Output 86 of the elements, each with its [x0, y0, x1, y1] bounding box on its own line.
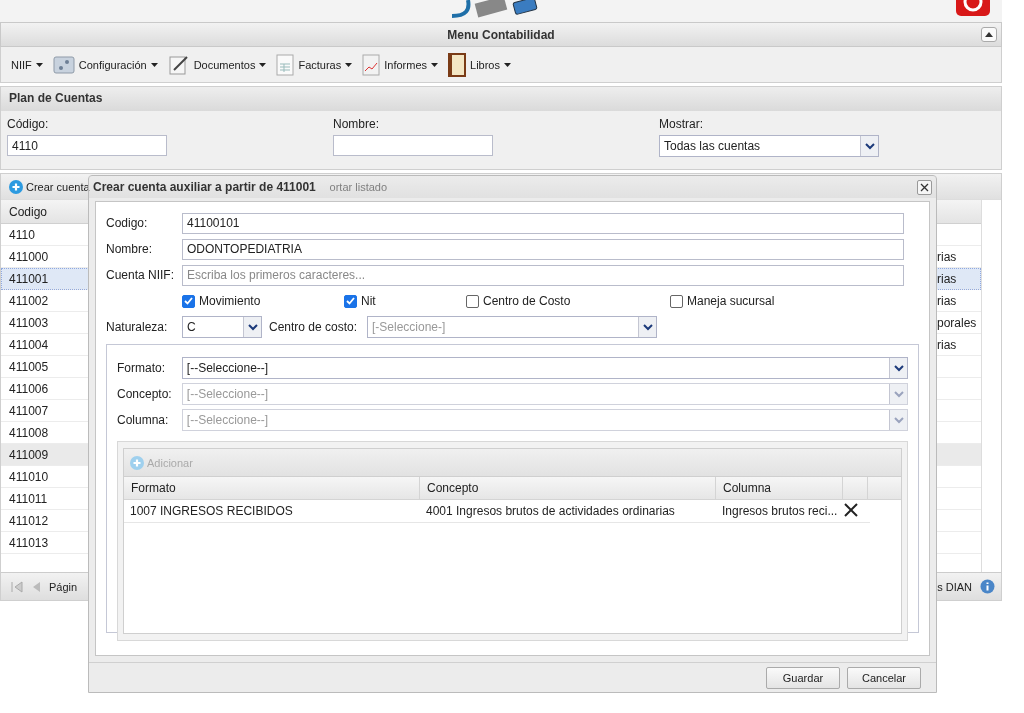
column-header: Formato — [124, 477, 420, 499]
table-cell-text: 411009 — [8, 447, 50, 462]
table-cell-text: 411010 — [8, 469, 50, 484]
field-label: Centro de costo: — [269, 320, 359, 334]
field-label: Nombre: — [106, 242, 153, 256]
field-label: Nombre: — [333, 117, 380, 131]
checkbox[interactable]: Maneja sucursal — [670, 294, 919, 308]
add-icon — [130, 455, 144, 470]
delete-button[interactable] — [843, 503, 859, 519]
dialog-button[interactable]: Guardar — [766, 666, 840, 689]
table-cell-text: rias — [937, 337, 958, 352]
menu-item[interactable]: Documentos — [167, 54, 267, 75]
checkbox[interactable]: Movimiento — [182, 294, 344, 308]
table-cell-text: 411002 — [8, 293, 50, 308]
codigo-field[interactable]: 4110 — [7, 135, 167, 156]
nombre-field[interactable] — [333, 135, 493, 156]
footer-label: s DIAN — [937, 580, 972, 593]
collapse-button[interactable] — [981, 27, 997, 42]
nombre-field[interactable]: ODONTOPEDIATRIA — [182, 238, 904, 260]
dialog-button[interactable]: Cancelar — [847, 666, 921, 689]
table-cell-text: 4110 — [8, 227, 36, 242]
caret-icon — [504, 62, 511, 67]
table-cell-text: 411001 — [8, 271, 50, 286]
table-cell-text: 4001 Ingresos brutos de actividades ordinarias — [425, 504, 676, 518]
chevron-icon — [893, 390, 904, 398]
book-icon — [448, 52, 466, 77]
mostrar-select[interactable]: Todas las cuentas — [659, 135, 879, 157]
caret-icon — [345, 62, 353, 67]
table-cell-text: 411003 — [8, 315, 50, 330]
field-label: Cuenta NIIF: — [106, 268, 176, 282]
triangle-icon — [985, 32, 993, 37]
niif-field[interactable]: Escriba los primeros caracteres... — [182, 264, 904, 286]
checkmark-icon — [346, 297, 355, 305]
table-cell-text: 411013 — [8, 535, 50, 550]
info-icon[interactable] — [980, 579, 995, 594]
first-page-icon[interactable] — [11, 580, 23, 593]
menu-item[interactable]: NIIF — [11, 58, 43, 71]
table-cell-text: 411012 — [8, 513, 50, 528]
naturaleza-select[interactable]: C — [182, 316, 262, 338]
add-icon — [9, 179, 23, 194]
report-icon — [362, 53, 381, 76]
menu-item[interactable]: Facturas — [276, 53, 353, 76]
chevron-icon — [893, 364, 904, 372]
menu-item[interactable]: Configuración — [52, 54, 158, 75]
caret-icon — [431, 62, 438, 67]
menu-item[interactable]: Libros — [448, 52, 511, 77]
caret-icon — [150, 62, 158, 67]
table-cell-text: 411005 — [8, 359, 50, 374]
table-cell-text: rias — [937, 293, 958, 308]
menu-item[interactable]: Informes — [362, 53, 438, 76]
chevron-icon — [642, 323, 653, 331]
table-cell-text: 411007 — [8, 403, 50, 418]
caret-icon — [259, 62, 267, 67]
column-header: Concepto — [420, 477, 716, 499]
table-cell-text: 411008 — [8, 425, 50, 440]
field-label: Código: — [7, 117, 50, 131]
table-cell-text: 411004 — [8, 337, 50, 352]
field-label: Mostrar: — [659, 117, 704, 131]
table-cell-text: rias — [937, 249, 958, 264]
table-cell-text: rias — [937, 271, 958, 286]
table-cell-text: porales — [937, 315, 978, 330]
field-label: Columna: — [117, 413, 170, 427]
table-cell-text: 411006 — [8, 381, 50, 396]
caret-icon — [35, 62, 43, 67]
field-label: Concepto: — [117, 387, 173, 401]
table-cell-text: 1007 INGRESOS RECIBIDOS — [129, 504, 294, 518]
table-cell-text: 411000 — [8, 249, 50, 264]
page-label: Págin — [49, 580, 78, 593]
chevron-icon — [893, 416, 904, 424]
panel-title: Plan de Cuentas — [9, 91, 103, 105]
table-cell-text: Ingresos brutos reci... — [721, 504, 839, 518]
dialog-title: Crear cuenta auxiliar a partir de 411001 — [93, 180, 316, 194]
select-field[interactable]: [--Seleccione--] — [181, 357, 908, 379]
checkmark-icon — [184, 297, 193, 305]
checkbox[interactable]: Centro de Costo — [466, 294, 670, 308]
chevron-icon — [247, 323, 258, 331]
checkbox[interactable]: Nit — [344, 294, 466, 308]
column-header: Columna — [716, 477, 843, 499]
codigo-field[interactable]: 41100101 — [182, 212, 904, 234]
field-label: Formato: — [117, 361, 166, 375]
chevron-icon — [864, 142, 875, 150]
field-label: Naturaleza: — [106, 320, 169, 334]
document-icon — [167, 54, 190, 75]
menu-title: Menu Contabilidad — [447, 27, 555, 42]
table-cell-text: 411011 — [8, 491, 49, 506]
invoice-icon — [276, 53, 295, 76]
